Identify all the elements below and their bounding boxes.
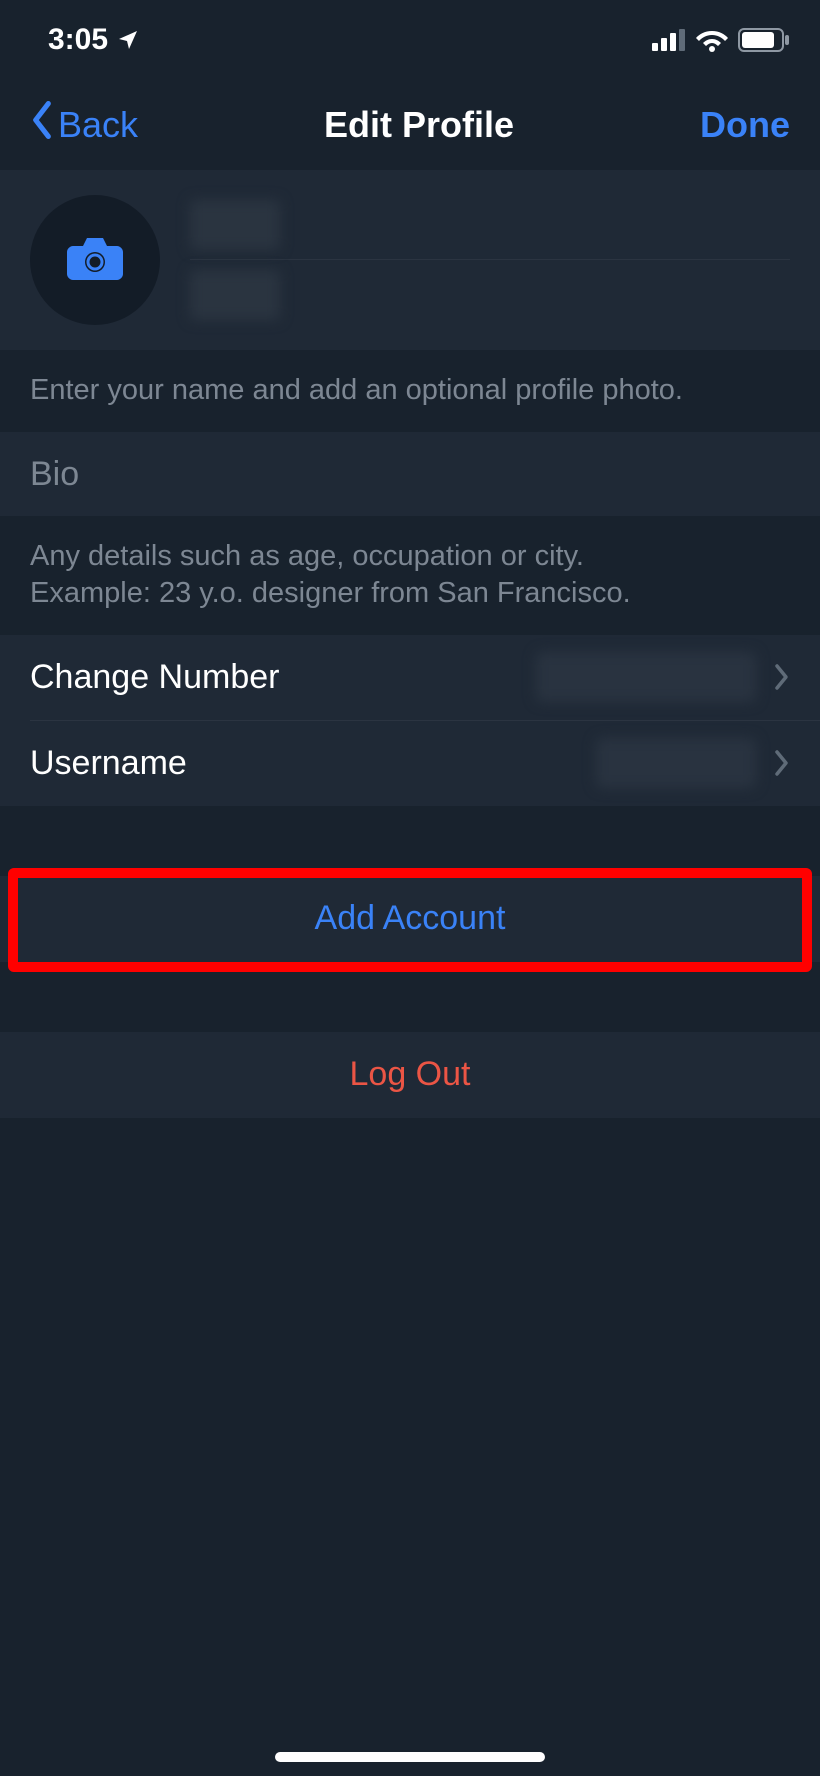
log-out-button[interactable]: Log Out bbox=[0, 1032, 820, 1118]
cellular-icon bbox=[652, 29, 686, 51]
change-number-label: Change Number bbox=[30, 658, 279, 697]
section-gap bbox=[0, 806, 820, 876]
location-icon bbox=[116, 28, 140, 52]
home-indicator bbox=[275, 1752, 545, 1762]
profile-row bbox=[0, 170, 820, 350]
status-bar: 3:05 bbox=[0, 0, 820, 80]
bio-field[interactable]: Bio bbox=[0, 432, 820, 516]
status-left: 3:05 bbox=[48, 23, 140, 57]
back-button[interactable]: Back bbox=[30, 101, 138, 148]
bio-placeholder: Bio bbox=[30, 455, 79, 494]
change-number-row[interactable]: Change Number bbox=[0, 635, 820, 720]
chevron-left-icon bbox=[30, 101, 54, 148]
nav-bar: Back Edit Profile Done bbox=[0, 80, 820, 170]
row-right bbox=[536, 652, 790, 702]
name-fields bbox=[190, 190, 790, 330]
log-out-label: Log Out bbox=[350, 1055, 471, 1094]
chevron-right-icon bbox=[774, 749, 790, 777]
row-right bbox=[596, 738, 790, 788]
chevron-right-icon bbox=[774, 663, 790, 691]
done-button[interactable]: Done bbox=[700, 104, 790, 146]
profile-section bbox=[0, 170, 820, 350]
page-title: Edit Profile bbox=[324, 104, 514, 146]
redacted-value bbox=[596, 738, 756, 788]
bio-hint: Any details such as age, occupation or c… bbox=[0, 516, 820, 635]
last-name-field[interactable] bbox=[190, 260, 790, 330]
username-label: Username bbox=[30, 744, 187, 783]
wifi-icon bbox=[696, 28, 728, 52]
profile-photo-button[interactable] bbox=[30, 195, 160, 325]
battery-icon bbox=[738, 28, 790, 52]
first-name-field[interactable] bbox=[190, 190, 790, 260]
bio-section: Bio bbox=[0, 432, 820, 516]
profile-hint: Enter your name and add an optional prof… bbox=[0, 350, 820, 432]
camera-icon bbox=[67, 234, 123, 287]
section-gap bbox=[0, 962, 820, 1032]
status-time: 3:05 bbox=[48, 23, 108, 57]
account-section: Change Number Username bbox=[0, 635, 820, 806]
log-out-section: Log Out bbox=[0, 1032, 820, 1118]
add-account-label: Add Account bbox=[315, 899, 506, 938]
redacted-value bbox=[190, 270, 280, 320]
redacted-value bbox=[536, 652, 756, 702]
username-row[interactable]: Username bbox=[0, 721, 820, 806]
back-label: Back bbox=[58, 104, 138, 146]
redacted-value bbox=[190, 200, 280, 250]
add-account-section: Add Account bbox=[0, 876, 820, 962]
add-account-button[interactable]: Add Account bbox=[0, 876, 820, 962]
status-right bbox=[652, 28, 790, 52]
